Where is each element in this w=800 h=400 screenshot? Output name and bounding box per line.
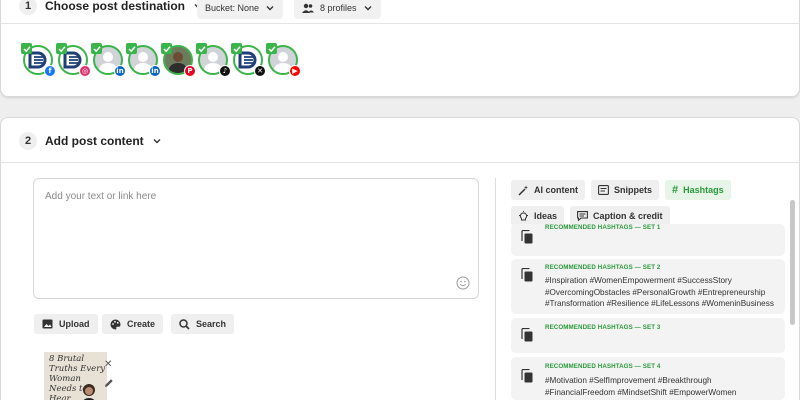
divider (1, 23, 799, 24)
tab-ai-content[interactable]: AI content (511, 180, 585, 200)
section-title: Choose post destination (45, 0, 186, 13)
step-number: 1 (19, 0, 37, 15)
chevron-down-icon (266, 6, 274, 11)
hashtag-set-card[interactable]: RECOMMENDED HASHTAGS — SET 4 #Motivation… (511, 357, 785, 400)
profile-avatar[interactable]: in (126, 43, 161, 77)
tab-ideas[interactable]: Ideas (511, 206, 565, 226)
tab-label: Hashtags (683, 185, 724, 195)
search-label: Search (196, 319, 227, 329)
post-text-input[interactable]: Add your text or link here (33, 178, 479, 299)
search-icon (179, 318, 190, 330)
thumbnail-person-image (83, 384, 95, 400)
lightbulb-icon (519, 210, 528, 220)
remove-media-icon[interactable]: ✕ (104, 359, 112, 370)
profiles-label: 8 profiles (320, 3, 357, 13)
tiktok-icon: ♪ (219, 65, 231, 77)
hashtag-set-label: RECOMMENDED HASHTAGS — SET 4 (545, 363, 661, 370)
chevron-down-icon (364, 6, 372, 11)
upload-button[interactable]: Upload (34, 314, 98, 334)
tab-snippets[interactable]: Snippets (591, 180, 660, 200)
profile-avatar[interactable]: ✕ (231, 43, 266, 77)
tab-caption-credit[interactable]: Caption & credit (570, 206, 670, 226)
hashtag-set-tags: #Motivation #SelfImprovement #Breakthrou… (545, 376, 737, 397)
caption-icon (577, 211, 588, 221)
hashtag-set-label: RECOMMENDED HASHTAGS — SET 2 (545, 264, 661, 271)
step-number: 2 (19, 132, 37, 150)
profile-avatar[interactable]: ▶ (266, 43, 301, 77)
post-text-placeholder: Add your text or link here (45, 191, 157, 202)
profile-avatar[interactable]: ♪ (196, 43, 231, 77)
hashtag-icon: # (672, 184, 679, 196)
hashtag-set-card[interactable]: RECOMMENDED HASHTAGS — SET 1 (511, 224, 785, 256)
selected-check-icon (231, 43, 242, 54)
chevron-down-icon (153, 139, 161, 144)
profiles-dropdown[interactable]: 8 profiles (294, 0, 381, 19)
profile-avatar[interactable]: f (21, 43, 56, 77)
profile-avatar[interactable]: in (91, 43, 126, 77)
facebook-icon: f (44, 65, 56, 77)
tab-hashtags[interactable]: # Hashtags (665, 180, 731, 200)
instagram-icon: ◎ (79, 65, 91, 77)
copy-icon[interactable] (521, 328, 533, 342)
hashtag-set-card[interactable]: RECOMMENDED HASHTAGS — SET 3 (511, 318, 785, 353)
image-icon (42, 319, 53, 329)
edit-icon[interactable] (104, 378, 114, 388)
selected-check-icon (266, 43, 277, 54)
hashtag-set-tags: #Inspiration #WomenEmpowerment #SuccessS… (545, 276, 774, 308)
selected-check-icon (56, 43, 67, 54)
destination-panel: 1 Choose post destination Bucket: None 8… (0, 0, 800, 97)
selected-check-icon (161, 43, 172, 54)
search-button[interactable]: Search (171, 314, 235, 334)
media-thumbnail[interactable]: 8 Brutal Truths Every Woman Needs to Hea… (44, 352, 107, 400)
snippet-icon (598, 185, 609, 195)
profile-avatar-list: f ◎ in in P ♪ ✕ ▶ (21, 43, 301, 77)
panel-divider (495, 178, 496, 400)
create-button[interactable]: Create (102, 314, 164, 334)
hashtag-set-label: RECOMMENDED HASHTAGS — SET 3 (545, 324, 661, 331)
selected-check-icon (21, 43, 32, 54)
people-icon (302, 3, 314, 13)
x-icon: ✕ (254, 65, 266, 77)
selected-check-icon (196, 43, 207, 54)
profile-avatar[interactable]: P (161, 43, 196, 77)
bucket-label: Bucket: None (205, 3, 260, 13)
bucket-dropdown[interactable]: Bucket: None (197, 0, 284, 19)
tab-label: Caption & credit (593, 211, 663, 221)
copy-icon[interactable] (521, 268, 533, 282)
linkedin-icon: in (114, 65, 126, 77)
emoji-icon[interactable] (456, 276, 470, 290)
youtube-icon: ▶ (289, 65, 301, 77)
magic-wand-icon (518, 185, 528, 196)
pinterest-icon: P (184, 65, 196, 77)
selected-check-icon (126, 43, 137, 54)
content-header[interactable]: 2 Add post content (19, 132, 162, 150)
create-label: Create (127, 319, 156, 329)
palette-icon (110, 319, 121, 329)
hashtag-set-card[interactable]: RECOMMENDED HASHTAGS — SET 2 #Inspiratio… (511, 259, 785, 314)
section-title: Add post content (45, 134, 144, 148)
hashtag-scrollbar[interactable] (790, 200, 795, 325)
linkedin-icon: in (149, 65, 161, 77)
tab-label: Snippets (614, 185, 653, 195)
hashtag-set-label: RECOMMENDED HASHTAGS — SET 1 (545, 224, 661, 231)
divider (1, 162, 799, 163)
profile-avatar[interactable]: ◎ (56, 43, 91, 77)
upload-label: Upload (59, 319, 90, 329)
copy-icon[interactable] (521, 369, 533, 383)
destination-header[interactable]: 1 Choose post destination (19, 0, 203, 15)
copy-icon[interactable] (521, 230, 533, 244)
tab-label: Ideas (534, 211, 558, 221)
tab-label: AI content (534, 185, 578, 195)
selected-check-icon (91, 43, 102, 54)
